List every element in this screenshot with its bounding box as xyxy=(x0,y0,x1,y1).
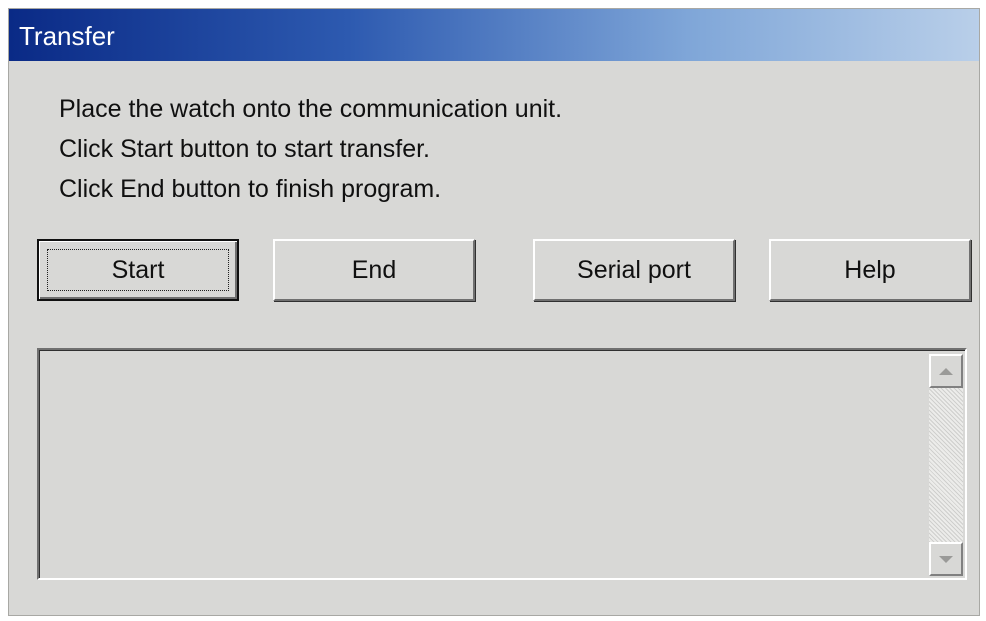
scroll-down-button[interactable] xyxy=(929,542,963,576)
title-bar[interactable]: Transfer xyxy=(9,9,979,61)
scroll-up-arrow-icon xyxy=(939,367,953,375)
end-button[interactable]: End xyxy=(273,239,475,301)
instructions: Place the watch onto the communication u… xyxy=(59,89,562,209)
scroll-down-arrow-icon xyxy=(939,555,953,563)
instruction-line-3: Click End button to finish program. xyxy=(59,175,442,203)
serial-port-button[interactable]: Serial port xyxy=(533,239,735,301)
help-button-label: Help xyxy=(844,255,896,284)
transfer-dialog: Transfer Place the watch onto the commun… xyxy=(8,8,980,616)
window-title: Transfer xyxy=(19,21,115,51)
end-button-label: End xyxy=(351,255,397,284)
transfer-log[interactable] xyxy=(37,348,967,580)
vertical-scrollbar[interactable] xyxy=(929,354,963,576)
scroll-up-button[interactable] xyxy=(929,354,963,388)
instruction-line-1: Place the watch onto the communication u… xyxy=(59,95,563,123)
serial-port-button-label: Serial port xyxy=(577,255,691,284)
start-button[interactable]: Start xyxy=(37,239,239,301)
help-button[interactable]: Help xyxy=(769,239,971,301)
instruction-line-2: Click Start button to start transfer. xyxy=(59,135,430,163)
focus-ring xyxy=(47,249,229,291)
